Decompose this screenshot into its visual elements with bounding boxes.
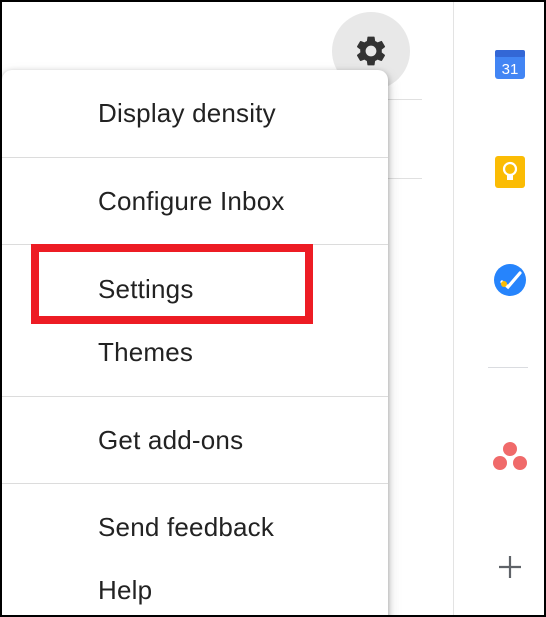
keep-icon [495,156,525,188]
menu-item-send-feedback[interactable]: Send feedback [98,512,274,542]
asana-addon-button[interactable] [490,436,530,476]
side-panel-separator [488,367,528,368]
settings-dropdown-menu: Display density Configure Inbox Settings… [2,70,388,615]
menu-item-themes[interactable]: Themes [98,337,193,367]
calendar-addon-button[interactable]: 31 [490,44,530,84]
menu-item-display-density[interactable]: Display density [98,98,276,128]
menu-divider [2,396,388,397]
toolbar-divider [382,99,422,100]
gmail-window: 31 Display density Configure Inbox Setti… [2,2,544,615]
menu-item-help[interactable]: Help [98,575,152,605]
menu-item-get-add-ons[interactable]: Get add-ons [98,425,243,455]
list-divider [382,178,422,179]
calendar-day: 31 [502,61,519,78]
add-icon [499,556,521,578]
settings-highlight-box [31,244,313,324]
gear-icon [356,36,386,66]
asana-icon [493,442,527,470]
keep-addon-button[interactable] [490,152,530,192]
tasks-addon-button[interactable] [490,260,530,300]
menu-divider [2,483,388,484]
calendar-icon: 31 [495,50,525,79]
menu-item-configure-inbox[interactable]: Configure Inbox [98,186,285,216]
tasks-icon [494,264,526,296]
side-panel-divider [453,2,454,615]
menu-divider [2,157,388,158]
get-addons-button[interactable] [490,547,530,587]
